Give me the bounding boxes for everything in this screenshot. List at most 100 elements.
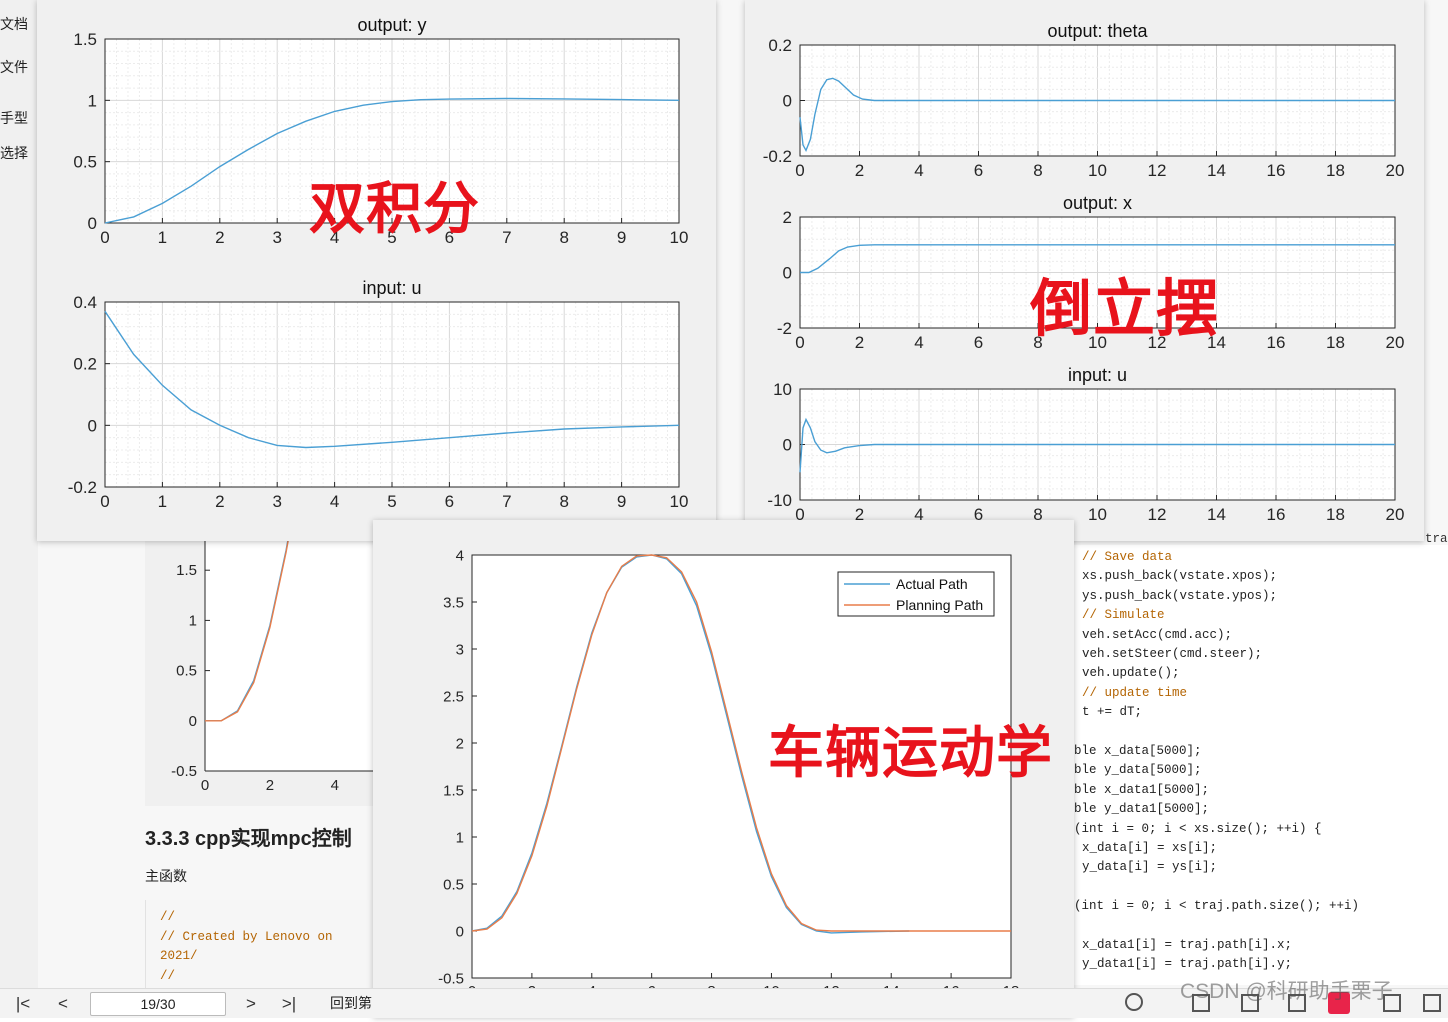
x-tick-label: 4 [331, 777, 339, 794]
y-tick-label: -0.5 [171, 763, 197, 780]
x-tick-label: 20 [1386, 505, 1405, 524]
code-line: // update time [1082, 685, 1188, 700]
label-vehicle-kinematics: 车辆运动学 [768, 721, 1053, 784]
figure-vehicle-kinematics: 024681012141618-0.500.511.522.533.54Actu… [373, 520, 1074, 1017]
chart-title: output: x [1063, 193, 1132, 213]
legend-label: Actual Path [896, 576, 968, 592]
y-tick-label: 1 [189, 612, 197, 629]
y-tick-label: 2 [456, 735, 464, 752]
x-tick-label: 8 [1033, 161, 1042, 180]
code-line: veh.setSteer(cmd.steer); [1082, 647, 1263, 661]
code-line: x_data[i] = xs[i]; [1082, 841, 1218, 855]
x-tick-label: 18 [1326, 161, 1345, 180]
x-tick-label: 14 [1207, 161, 1226, 180]
back-to-position-link[interactable]: 回到第 [330, 989, 372, 1018]
x-tick-label: 4 [914, 161, 923, 180]
chart-double-integrator: 0 1 2 3 4 5 6 7 8 9 1000.511.5output: y0 1 2 3 4 5 6 7 8 9 1… [68, 15, 689, 511]
x-tick-label: 4 [330, 492, 339, 511]
code-line: y_data1[i] = traj.path[i].y; [1082, 957, 1293, 972]
code-line: (int i = 0; i < xs.size(); ++i) { [1074, 821, 1322, 836]
x-tick-label: 10 [1088, 161, 1107, 180]
first-page-button[interactable]: |< [10, 989, 36, 1018]
x-tick-label: 14 [1207, 505, 1226, 524]
figure-background-partial: 0 2 4 -0.5 0 0.5 1 1.5 [145, 459, 390, 806]
next-page-button[interactable]: > [238, 989, 264, 1018]
code-block-right: // Save data xs.push_back(vstate.xpos);ys… [1074, 545, 1448, 985]
code-line: veh.setAcc(cmd.acc); [1082, 627, 1233, 642]
paragraph-main-function: 主函数 [145, 868, 187, 884]
figure-double-integrator: 0 1 2 3 4 5 6 7 8 9 10 0 0.5 1 1.5 output: y01234567891… [37, 0, 716, 541]
code-line: ble y_data[5000]; [1074, 763, 1202, 778]
y-tick-label: 1.5 [73, 30, 97, 49]
label-double-integrator: 双积分 [309, 177, 480, 240]
chart-title: input: u [1068, 365, 1127, 385]
fullscreen-icon[interactable] [1423, 994, 1441, 1012]
x-tick-label: 7 [502, 228, 511, 247]
x-tick-label: 9 [617, 228, 626, 247]
x-tick-label: 2 [215, 492, 224, 511]
y-tick-label: 0.2 [73, 355, 97, 374]
code-line: // Created by Lenovo on 2021/ [160, 929, 333, 964]
x-tick-label: 6 [974, 333, 983, 352]
sidebar-item-hand-tool[interactable]: 手型 [0, 108, 36, 128]
y-tick-label: -10 [767, 491, 792, 510]
chart-bg-partial: 0 2 4-0.500.511.5 [171, 459, 390, 794]
y-tick-label: 0.5 [73, 153, 97, 172]
sidebar-item-files[interactable]: 文件 [0, 57, 36, 77]
x-tick-label: 1 [158, 492, 167, 511]
y-tick-label: 0 [88, 214, 97, 233]
x-tick-label: 20 [1386, 333, 1405, 352]
code-line: (int i = 0; i < traj.path.size(); ++i) [1074, 899, 1360, 914]
x-tick-label: 10 [670, 492, 689, 511]
legend-label: Planning Path [896, 597, 983, 613]
code-line: // Save data [1082, 550, 1173, 564]
page-number-input[interactable]: 19/30 [90, 992, 226, 1016]
x-tick-label: 2 [215, 228, 224, 247]
x-tick-label: 16 [1267, 161, 1286, 180]
last-page-button[interactable]: >| [276, 989, 302, 1018]
y-tick-label: -0.2 [763, 147, 792, 166]
y-tick-label: 0 [783, 263, 792, 282]
x-tick-label: 1 [158, 228, 167, 247]
x-tick-label: 2 [266, 777, 274, 794]
code-line: veh.update(); [1082, 666, 1180, 681]
x-tick-label: 10 [670, 228, 689, 247]
x-tick-label: 8 [559, 228, 568, 247]
y-tick-label: -0.2 [68, 478, 97, 497]
x-tick-label: 16 [1267, 333, 1286, 352]
x-tick-label: 0 [100, 492, 109, 511]
y-tick-label: 0.5 [176, 663, 197, 680]
x-tick-label: 6 [445, 492, 454, 511]
x-tick-label: 12 [1148, 505, 1167, 524]
code-line: y_data[i] = ys[i]; [1082, 860, 1218, 875]
y-tick-label: 10 [773, 380, 792, 399]
x-tick-label: 4 [914, 333, 923, 352]
x-tick-label: 2 [855, 333, 864, 352]
code-fragment-top: tra [1425, 532, 1448, 546]
sidebar-item-select-tool[interactable]: 选择 [0, 143, 36, 163]
label-inverted-pendulum: 倒立摆 [1030, 275, 1220, 344]
section-heading: 3.3.3 cpp实现mpc控制 [145, 828, 352, 850]
code-line: ble x_data[5000]; [1074, 744, 1202, 758]
y-tick-label: 1.5 [443, 782, 464, 799]
y-tick-label: 1 [88, 91, 97, 110]
y-tick-label: 3 [456, 641, 464, 658]
x-tick-label: 3 [272, 492, 281, 511]
x-tick-label: 6 [974, 161, 983, 180]
x-tick-label: 5 [387, 492, 396, 511]
y-tick-label: 0 [456, 923, 464, 940]
code-line: ble x_data1[5000]; [1074, 782, 1210, 797]
y-tick-label: 0 [189, 713, 197, 730]
code-line: ble y_data1[5000]; [1074, 802, 1210, 817]
x-tick-label: 20 [1386, 161, 1405, 180]
eye-icon[interactable] [1125, 993, 1143, 1011]
code-line: xs.push_back(vstate.xpos); [1082, 569, 1278, 584]
sidebar-item-docs[interactable]: 文档 [0, 14, 36, 34]
watermark: CSDN @科研助手栗子 [1180, 980, 1393, 1003]
prev-page-button[interactable]: < [50, 989, 76, 1018]
y-tick-label: -0.5 [438, 970, 464, 987]
code-line: ys.push_back(vstate.ypos); [1082, 588, 1278, 603]
x-tick-label: 16 [1267, 505, 1286, 524]
y-tick-label: 0 [783, 435, 792, 454]
y-tick-label: 3.5 [443, 594, 464, 611]
